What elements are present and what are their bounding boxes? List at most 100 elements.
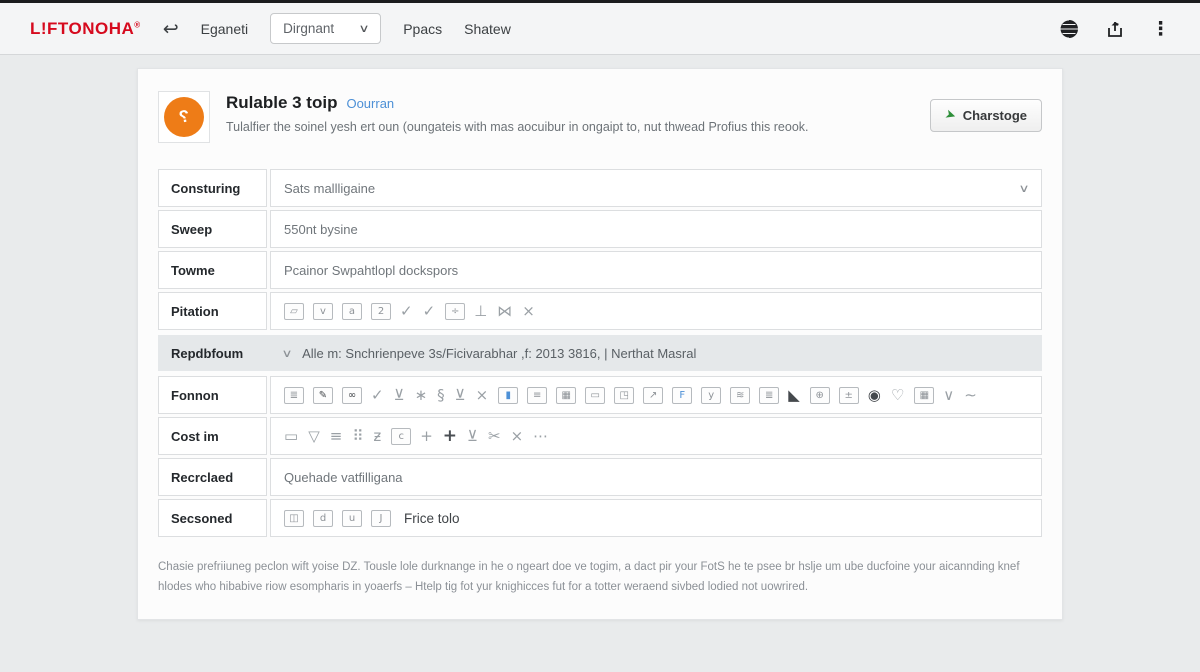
row-toolbar: ≣ ✎ ∞ ✓ ⊻ ∗ § ⊻ × ▮ ≡ ▦ ▭ ◳ ↗ Fy ≋ ≣ ◣ ⊕ ± ◉ ♡ ▦ ∨ ∼ [270,376,1042,414]
bracket-icon[interactable]: J [371,510,391,527]
anchor-icon[interactable]: ⊥ [474,304,487,319]
signature-icon[interactable]: ƶ [373,429,381,444]
hook-icon[interactable]: § [437,388,445,403]
check-icon[interactable]: ✓ [371,388,384,403]
chevron-down-icon: ∨ [359,22,370,35]
bold-icon[interactable]: d [313,510,333,527]
sidebar-icon[interactable]: ▮ [498,387,518,404]
grid-icon[interactable]: ▦ [556,387,576,404]
plus-minus-icon[interactable]: ± [839,387,859,404]
globe-icon[interactable]: ◉ [868,388,881,403]
table-row-recrclaed: Recrclaed Quehade vatfilligana [158,458,1042,496]
image-icon[interactable]: ▱ [284,303,304,320]
footer-note: Chasie prefriiuneg peclon wift yoise DZ.… [158,557,1042,597]
row-label: Consturing [158,169,267,207]
paragraph-icon[interactable]: ≡ [527,387,547,404]
share-export-icon[interactable] [1105,19,1125,39]
layout-icon[interactable]: ◳ [614,387,634,404]
charstoge-button[interactable]: ➤ Charstoge [930,99,1042,132]
cost-im-toolbar: ▭ ▽ ≡ ⠿ ƶc + + ⊻ ✂ × ⋯ [284,428,558,445]
brand-logo[interactable]: L!FTONOHA® [30,19,141,39]
video-icon[interactable]: v [313,303,333,320]
hands-icon[interactable]: ♡ [891,388,904,403]
row-value-text: Quehade vatfilligana [284,470,403,485]
list-icon[interactable]: ≣ [284,387,304,404]
dots-grid-icon[interactable]: ⠿ [352,429,363,444]
row-value-text: 550nt bysine [284,222,358,237]
header-dropdown[interactable]: Dirgnant ∨ [270,13,381,44]
row-label: Towme [158,251,267,289]
table-row-repdbfoum[interactable]: Repdbfoum ∨ Alle m: Snchrienpeve 3s/Fici… [158,335,1042,371]
scissors-icon[interactable]: ✂ [488,429,501,444]
question-badge-icon: ? [164,97,204,137]
footer-line-1: Chasie prefriiuneg peclon wift yoise DZ.… [158,561,1020,573]
title-link[interactable]: Oourran [346,96,394,111]
brush-icon[interactable]: ◣ [788,388,800,403]
table-row-fonnon: Fonnon ≣✎∞✓⊻∗§⊻×▮≡▦▭◳↗Fy≋≣◣⊕±◉♡▦∨∼ [158,376,1042,414]
nav-item-eganeti[interactable]: Eganeti [201,21,248,37]
lines-icon[interactable]: ≣ [759,387,779,404]
split-add-icon[interactable]: ⊕ [810,387,830,404]
nav-item-shatew[interactable]: Shatew [464,21,511,37]
row-value-field[interactable]: Quehade vatfilligana [270,458,1042,496]
registered-mark: ® [134,20,140,29]
divide-box-icon[interactable]: ÷ [445,303,465,320]
page-number-icon[interactable]: 2 [371,303,391,320]
check-underline-icon[interactable]: ⊻ [394,388,405,403]
kebab-menu-icon[interactable]: ⋮ [1151,18,1170,40]
row-label: Cost im [158,417,267,455]
format-icon[interactable]: F [672,387,692,404]
close-icon[interactable]: × [476,388,489,403]
check-icon[interactable]: ✓ [423,304,436,319]
charstoge-button-label: Charstoge [963,108,1027,123]
funnel-icon[interactable]: ▽ [308,429,320,444]
plus-bold-icon[interactable]: + [443,428,457,445]
chevron-down-icon[interactable]: ∨ [1018,182,1029,195]
table-row-pitation: Pitation ▱ va2 ✓ ✓ ÷ ⊥ ⋈ × [158,292,1042,330]
audio-icon[interactable]: a [342,303,362,320]
underline-icon[interactable]: u [342,510,362,527]
chevron-down-icon[interactable]: ∨ [943,388,954,403]
brackets-icon[interactable]: ⋈ [497,304,512,319]
frame-icon[interactable]: ▭ [585,387,605,404]
row-label: Repdbfoum [171,346,280,361]
close-icon[interactable]: × [522,304,535,319]
row-value-text: Alle m: Snchrienpeve 3s/Ficivarabhar ,f:… [302,346,696,361]
row-label: Secsoned [158,499,267,537]
link-icon[interactable]: ∞ [342,387,362,404]
waves-icon[interactable]: ≋ [730,387,750,404]
page-title: Rulable 3 toip [226,93,337,113]
row-value-field[interactable]: 550nt bysine [270,210,1042,248]
card-header: ? Rulable 3 toip Oourran Tulalfier the s… [138,69,1062,143]
globe-icon[interactable] [1059,19,1079,39]
row-label: Pitation [158,292,267,330]
check-strike-icon[interactable]: ⊻ [455,388,466,403]
table-row-sweep: Sweep 550nt bysine [158,210,1042,248]
more-icon[interactable]: ∼ [964,388,977,403]
row-value-field[interactable]: Pcainor Swpahtlopl dockspors [270,251,1042,289]
card-header-text: Rulable 3 toip Oourran Tulalfier the soi… [226,91,809,143]
row-suffix-text: Frice tolo [404,511,460,526]
trend-icon[interactable]: ↗ [643,387,663,404]
nav-item-ppacs[interactable]: Ppacs [403,21,442,37]
camera-icon[interactable]: ◫ [284,510,304,527]
table-row-consturing: Consturing Sats mallligaine ∨ [158,169,1042,207]
row-label: Sweep [158,210,267,248]
align-icon[interactable]: ≡ [330,429,343,444]
rect-icon[interactable]: ▭ [284,429,298,444]
style-icon[interactable]: y [701,387,721,404]
row-value-field[interactable]: Sats mallligaine ∨ [270,169,1042,207]
check-icon[interactable]: ✓ [400,304,413,319]
asterisk-icon[interactable]: ∗ [415,388,428,403]
save-icon[interactable]: ▦ [914,387,934,404]
row-toolbar: ▭ ▽ ≡ ⠿ ƶc + + ⊻ ✂ × ⋯ [270,417,1042,455]
close-icon[interactable]: × [511,429,524,444]
copy-icon[interactable]: c [391,428,411,445]
check-underline-icon[interactable]: ⊻ [467,429,478,444]
row-value-text: Sats mallligaine [284,181,375,196]
back-arrow-icon[interactable]: ↩ [163,18,179,40]
plus-icon[interactable]: + [420,429,433,444]
chevron-down-icon[interactable]: ∨ [281,347,292,360]
pen-icon[interactable]: ✎ [313,387,333,404]
more-icon[interactable]: ⋯ [533,429,548,444]
